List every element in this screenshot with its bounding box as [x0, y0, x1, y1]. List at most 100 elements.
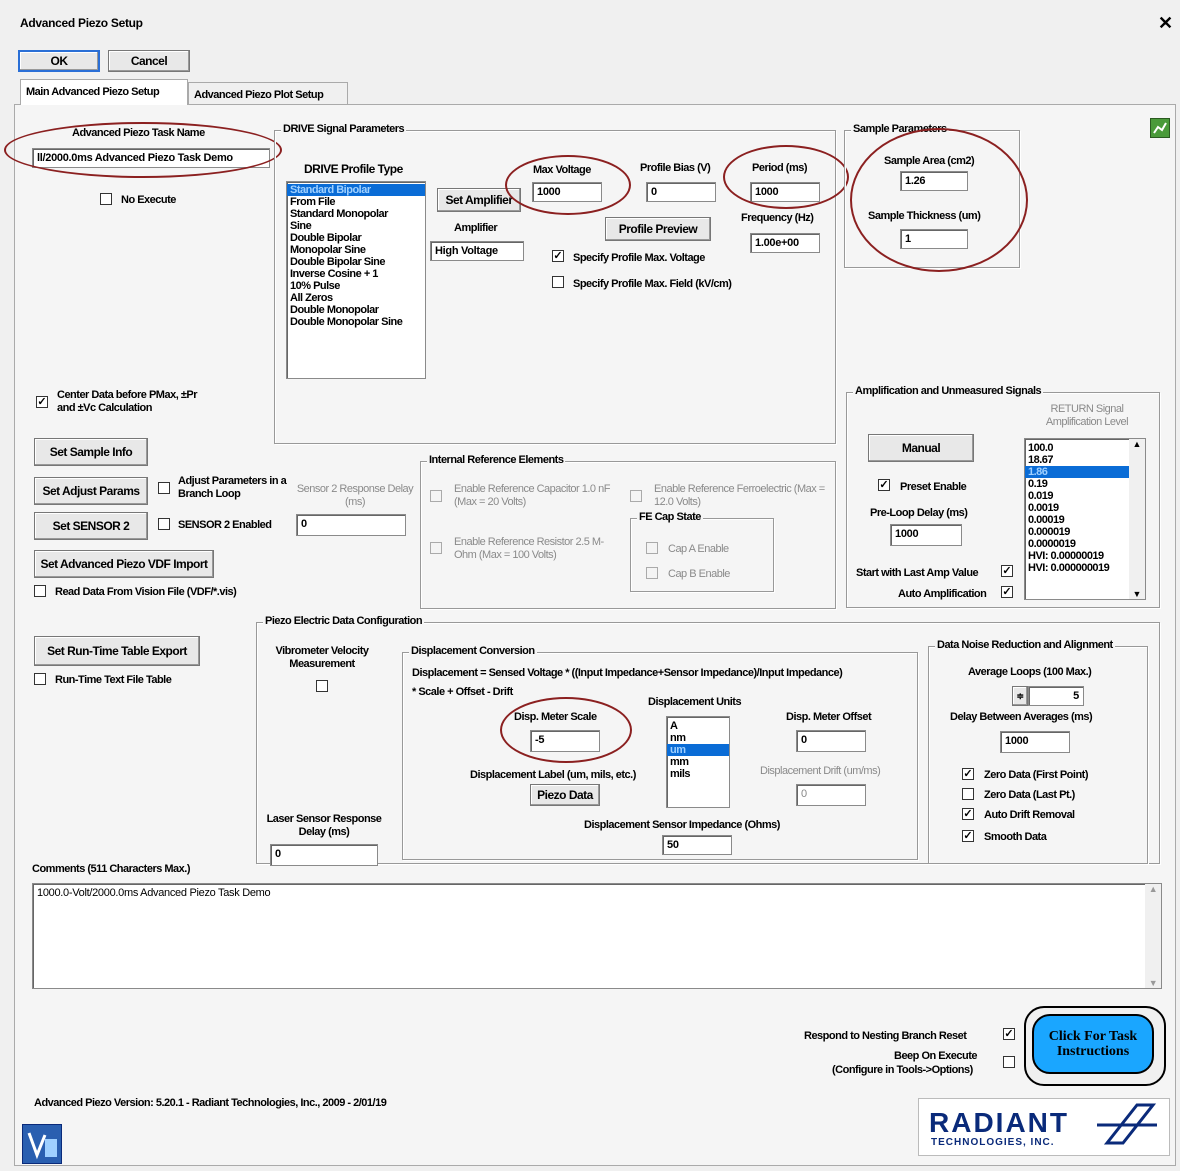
no-execute-label: No Execute	[121, 194, 176, 206]
list-item[interactable]: mm	[667, 756, 729, 768]
list-item[interactable]: From File	[287, 196, 425, 208]
cancel-button[interactable]: Cancel	[108, 50, 190, 72]
list-item[interactable]: HVI: 0.00000019	[1025, 550, 1145, 562]
beep-checkbox[interactable]	[1003, 1056, 1015, 1068]
sample-area-input[interactable]: 1.26	[900, 171, 968, 191]
chevron-up-icon[interactable]: ▲	[1145, 884, 1161, 894]
sensor2-delay-input[interactable]: 0	[296, 514, 406, 536]
disp-meter-scale-input[interactable]: -5	[530, 730, 600, 752]
delay-between-input[interactable]: 1000	[1000, 731, 1070, 753]
average-loops-stepper[interactable]: ≑	[1012, 686, 1028, 706]
set-adjust-params-button[interactable]: Set Adjust Params	[34, 477, 148, 505]
list-item[interactable]: 18.67	[1025, 454, 1145, 466]
frequency-input[interactable]: 1.00e+00	[750, 233, 820, 253]
list-item[interactable]: Double Bipolar Sine	[287, 256, 425, 268]
list-item[interactable]: nm	[667, 732, 729, 744]
smooth-data-checkbox[interactable]: ✓	[962, 830, 974, 842]
chevron-down-icon[interactable]: ▼	[1145, 978, 1161, 988]
beep-config-label: (Configure in Tools->Options)	[832, 1064, 973, 1076]
vibrometer-checkbox[interactable]	[316, 680, 328, 692]
chart-icon[interactable]	[1150, 118, 1170, 138]
auto-amp-checkbox[interactable]: ✓	[1001, 586, 1013, 598]
amp-level-list[interactable]: 100.0 18.67 1.86 0.19 0.019 0.0019 0.000…	[1024, 438, 1146, 600]
list-item[interactable]: Monopolar Sine	[287, 244, 425, 256]
cap-a-checkbox[interactable]	[646, 542, 658, 554]
list-item[interactable]: All Zeros	[287, 292, 425, 304]
amplifier-select[interactable]: High Voltage	[430, 241, 524, 261]
set-sample-info-button[interactable]: Set Sample Info	[34, 438, 148, 466]
zero-first-checkbox[interactable]: ✓	[962, 768, 974, 780]
profile-bias-input[interactable]: 0	[646, 182, 716, 202]
list-item[interactable]: 100.0	[1025, 442, 1145, 454]
list-item[interactable]: 1.86	[1025, 466, 1145, 478]
max-voltage-input[interactable]: 1000	[532, 182, 602, 202]
list-item[interactable]: 0.019	[1025, 490, 1145, 502]
tab-plot-setup[interactable]: Advanced Piezo Plot Setup	[188, 82, 348, 104]
amp-list-scrollbar[interactable]: ▲ ▼	[1129, 439, 1145, 599]
list-item[interactable]: um	[667, 744, 729, 756]
list-item[interactable]: A	[667, 720, 729, 732]
adjust-branch-checkbox[interactable]	[158, 482, 170, 494]
list-item[interactable]: Double Monopolar	[287, 304, 425, 316]
displacement-units-list[interactable]: A nm um mm mils	[666, 716, 730, 808]
list-item[interactable]: Double Bipolar	[287, 232, 425, 244]
comments-scrollbar[interactable]: ▲ ▼	[1145, 884, 1161, 988]
smooth-data-label: Smooth Data	[984, 831, 1047, 843]
preset-enable-checkbox[interactable]: ✓	[878, 479, 890, 491]
set-vdf-import-button[interactable]: Set Advanced Piezo VDF Import	[34, 550, 214, 578]
list-item[interactable]: Double Monopolar Sine	[287, 316, 425, 328]
preloop-delay-input[interactable]: 1000	[890, 524, 962, 546]
list-item[interactable]: 0.0000019	[1025, 538, 1145, 550]
auto-drift-checkbox[interactable]: ✓	[962, 808, 974, 820]
list-item[interactable]: HVI: 0.000000019	[1025, 562, 1145, 574]
specify-max-voltage-checkbox[interactable]: ✓	[552, 250, 564, 262]
list-item[interactable]: mils	[667, 768, 729, 780]
ok-button[interactable]: OK	[18, 50, 100, 72]
vision-app-icon[interactable]	[22, 1124, 62, 1164]
set-amplifier-button[interactable]: Set Amplifier	[437, 188, 521, 212]
no-execute-checkbox[interactable]	[100, 193, 112, 205]
center-data-checkbox[interactable]: ✓	[36, 396, 48, 408]
cap-b-checkbox[interactable]	[646, 567, 658, 579]
list-item[interactable]: Sine	[287, 220, 425, 232]
list-item[interactable]: Inverse Cosine + 1	[287, 268, 425, 280]
task-name-input[interactable]: ll/2000.0ms Advanced Piezo Task Demo	[32, 148, 270, 168]
start-last-amp-checkbox[interactable]: ✓	[1001, 565, 1013, 577]
task-instructions-button[interactable]: Click For Task Instructions	[1032, 1014, 1154, 1074]
ref-ferro-checkbox[interactable]	[630, 490, 642, 502]
list-item[interactable]: 10% Pulse	[287, 280, 425, 292]
specify-max-field-checkbox[interactable]	[552, 276, 564, 288]
period-input[interactable]: 1000	[750, 182, 820, 202]
list-item[interactable]: 0.000019	[1025, 526, 1145, 538]
tab-main-setup[interactable]: Main Advanced Piezo Setup	[20, 79, 188, 105]
chevron-down-icon[interactable]: ▼	[1129, 589, 1145, 599]
auto-amp-label: Auto Amplification	[898, 588, 987, 600]
sensor2-enabled-checkbox[interactable]	[158, 518, 170, 530]
disp-meter-offset-input[interactable]: 0	[796, 730, 866, 752]
list-item[interactable]: Standard Bipolar	[287, 184, 425, 196]
list-item[interactable]: Standard Monopolar	[287, 208, 425, 220]
average-loops-input[interactable]: 5	[1028, 686, 1084, 706]
zero-last-checkbox[interactable]	[962, 788, 974, 800]
ref-resistor-checkbox[interactable]	[430, 542, 442, 554]
set-sensor2-button[interactable]: Set SENSOR 2	[34, 512, 148, 540]
ref-capacitor-checkbox[interactable]	[430, 490, 442, 502]
drive-profile-list[interactable]: Standard Bipolar From File Standard Mono…	[286, 181, 426, 379]
close-icon[interactable]: ✕	[1158, 13, 1173, 34]
list-item[interactable]: 0.00019	[1025, 514, 1145, 526]
chevron-up-icon[interactable]: ▲	[1129, 439, 1145, 449]
runtime-table-checkbox[interactable]	[34, 673, 46, 685]
manual-button[interactable]: Manual	[868, 434, 974, 462]
set-runtime-export-button[interactable]: Set Run-Time Table Export	[34, 636, 200, 666]
sample-thickness-input[interactable]: 1	[900, 229, 968, 249]
respond-nesting-checkbox[interactable]: ✓	[1003, 1028, 1015, 1040]
read-vision-checkbox[interactable]	[34, 585, 46, 597]
comments-textarea[interactable]: 1000.0-Volt/2000.0ms Advanced Piezo Task…	[32, 883, 1162, 989]
laser-delay-input[interactable]: 0	[270, 844, 378, 866]
sensor-impedance-input[interactable]: 50	[662, 835, 732, 855]
list-item[interactable]: 0.19	[1025, 478, 1145, 490]
displacement-drift-input[interactable]: 0	[796, 784, 866, 806]
profile-preview-button[interactable]: Profile Preview	[605, 217, 711, 241]
piezo-data-button[interactable]: Piezo Data	[530, 784, 600, 806]
list-item[interactable]: 0.0019	[1025, 502, 1145, 514]
